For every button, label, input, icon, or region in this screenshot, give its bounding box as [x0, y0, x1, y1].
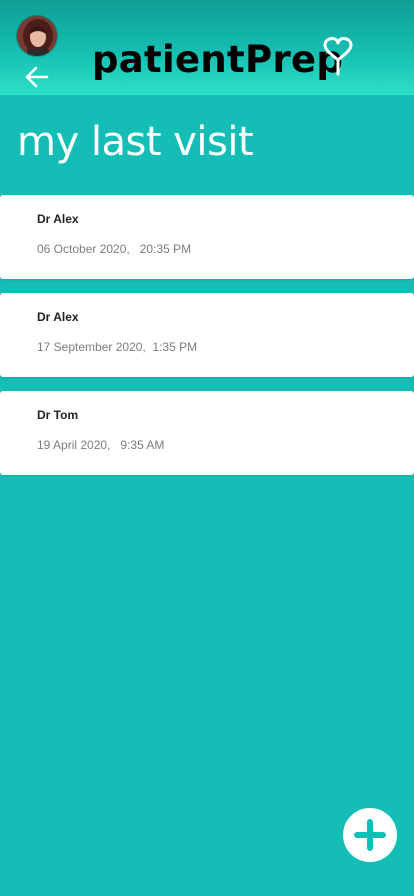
app-brand-title: patientPrep	[92, 38, 344, 81]
visit-card[interactable]: Dr Alex 06 October 2020, 20:35 PM	[0, 195, 414, 279]
visit-doctor-name: Dr Alex	[37, 212, 79, 226]
visit-card[interactable]: Dr Tom 19 April 2020, 9:35 AM	[0, 391, 414, 475]
page-title: my last visit	[17, 119, 254, 165]
app-header: patientPrep	[0, 0, 414, 95]
user-avatar[interactable]	[16, 15, 58, 57]
add-visit-button[interactable]	[343, 808, 397, 862]
plus-icon	[354, 819, 386, 851]
visit-date: 17 September 2020, 1:35 PM	[37, 340, 198, 354]
visit-date: 06 October 2020, 20:35 PM	[37, 242, 192, 256]
visit-card[interactable]: Dr Alex 17 September 2020, 1:35 PM	[0, 293, 414, 377]
heart-stem-logo	[320, 36, 356, 78]
visit-doctor-name: Dr Tom	[37, 408, 79, 422]
visit-doctor-name: Dr Alex	[37, 310, 79, 324]
arrow-left-icon[interactable]	[24, 64, 50, 90]
visit-date: 19 April 2020, 9:35 AM	[37, 438, 165, 452]
